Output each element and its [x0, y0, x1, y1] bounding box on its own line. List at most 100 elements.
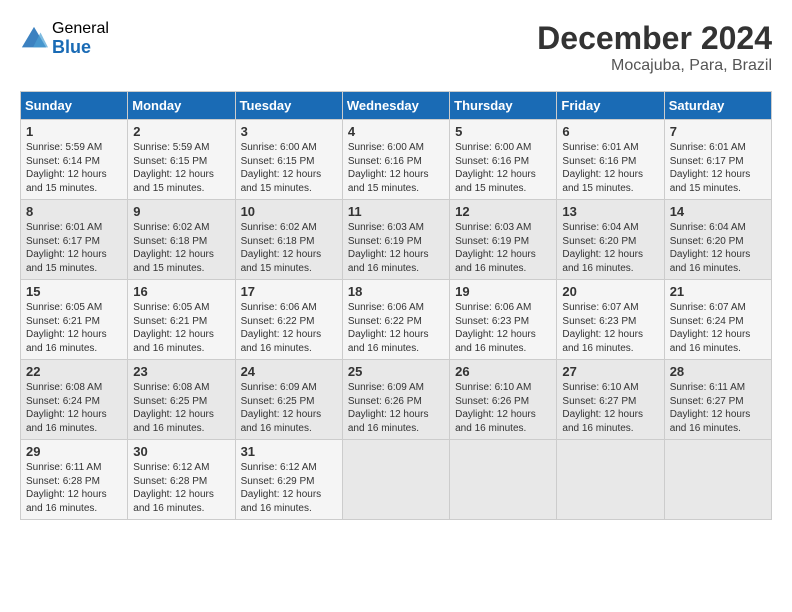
day-number: 18 — [348, 284, 444, 299]
calendar-cell — [664, 440, 771, 520]
week-row: 29 Sunrise: 6:11 AMSunset: 6:28 PMDaylig… — [21, 440, 772, 520]
week-row: 8 Sunrise: 6:01 AMSunset: 6:17 PMDayligh… — [21, 200, 772, 280]
day-number: 22 — [26, 364, 122, 379]
day-number: 4 — [348, 124, 444, 139]
logo-general: General — [52, 20, 109, 38]
day-number: 5 — [455, 124, 551, 139]
calendar-cell — [342, 440, 449, 520]
day-info: Sunrise: 6:06 AMSunset: 6:22 PMDaylight:… — [241, 302, 322, 354]
column-header-wednesday: Wednesday — [342, 92, 449, 120]
column-header-tuesday: Tuesday — [235, 92, 342, 120]
day-number: 19 — [455, 284, 551, 299]
logo-text: General Blue — [52, 20, 109, 57]
calendar-cell: 29 Sunrise: 6:11 AMSunset: 6:28 PMDaylig… — [21, 440, 128, 520]
day-info: Sunrise: 6:05 AMSunset: 6:21 PMDaylight:… — [133, 302, 214, 354]
day-number: 21 — [670, 284, 766, 299]
column-header-thursday: Thursday — [450, 92, 557, 120]
title-block: December 2024 Mocajuba, Para, Brazil — [537, 20, 772, 75]
day-info: Sunrise: 6:12 AMSunset: 6:29 PMDaylight:… — [241, 462, 322, 514]
day-info: Sunrise: 6:10 AMSunset: 6:27 PMDaylight:… — [562, 382, 643, 434]
week-row: 15 Sunrise: 6:05 AMSunset: 6:21 PMDaylig… — [21, 280, 772, 360]
logo-icon — [20, 25, 48, 53]
calendar-cell: 19 Sunrise: 6:06 AMSunset: 6:23 PMDaylig… — [450, 280, 557, 360]
day-number: 13 — [562, 204, 658, 219]
logo-blue: Blue — [52, 38, 109, 58]
calendar-cell: 6 Sunrise: 6:01 AMSunset: 6:16 PMDayligh… — [557, 120, 664, 200]
day-info: Sunrise: 6:00 AMSunset: 6:16 PMDaylight:… — [348, 142, 429, 194]
day-info: Sunrise: 6:00 AMSunset: 6:15 PMDaylight:… — [241, 142, 322, 194]
calendar-cell: 5 Sunrise: 6:00 AMSunset: 6:16 PMDayligh… — [450, 120, 557, 200]
day-info: Sunrise: 6:04 AMSunset: 6:20 PMDaylight:… — [562, 222, 643, 274]
calendar-cell: 10 Sunrise: 6:02 AMSunset: 6:18 PMDaylig… — [235, 200, 342, 280]
calendar-cell: 7 Sunrise: 6:01 AMSunset: 6:17 PMDayligh… — [664, 120, 771, 200]
day-info: Sunrise: 6:09 AMSunset: 6:26 PMDaylight:… — [348, 382, 429, 434]
day-number: 6 — [562, 124, 658, 139]
column-header-sunday: Sunday — [21, 92, 128, 120]
day-number: 3 — [241, 124, 337, 139]
day-number: 24 — [241, 364, 337, 379]
calendar-cell: 26 Sunrise: 6:10 AMSunset: 6:26 PMDaylig… — [450, 360, 557, 440]
day-info: Sunrise: 6:11 AMSunset: 6:28 PMDaylight:… — [26, 462, 107, 514]
column-header-saturday: Saturday — [664, 92, 771, 120]
day-number: 1 — [26, 124, 122, 139]
day-info: Sunrise: 6:03 AMSunset: 6:19 PMDaylight:… — [455, 222, 536, 274]
day-number: 23 — [133, 364, 229, 379]
day-info: Sunrise: 6:06 AMSunset: 6:22 PMDaylight:… — [348, 302, 429, 354]
day-info: Sunrise: 6:09 AMSunset: 6:25 PMDaylight:… — [241, 382, 322, 434]
day-info: Sunrise: 6:01 AMSunset: 6:16 PMDaylight:… — [562, 142, 643, 194]
calendar-cell: 25 Sunrise: 6:09 AMSunset: 6:26 PMDaylig… — [342, 360, 449, 440]
day-number: 12 — [455, 204, 551, 219]
day-number: 17 — [241, 284, 337, 299]
column-header-friday: Friday — [557, 92, 664, 120]
calendar-cell: 8 Sunrise: 6:01 AMSunset: 6:17 PMDayligh… — [21, 200, 128, 280]
location-title: Mocajuba, Para, Brazil — [537, 57, 772, 75]
day-info: Sunrise: 6:07 AMSunset: 6:24 PMDaylight:… — [670, 302, 751, 354]
calendar-cell: 24 Sunrise: 6:09 AMSunset: 6:25 PMDaylig… — [235, 360, 342, 440]
day-info: Sunrise: 6:01 AMSunset: 6:17 PMDaylight:… — [670, 142, 751, 194]
day-number: 16 — [133, 284, 229, 299]
day-info: Sunrise: 5:59 AMSunset: 6:15 PMDaylight:… — [133, 142, 214, 194]
week-row: 1 Sunrise: 5:59 AMSunset: 6:14 PMDayligh… — [21, 120, 772, 200]
calendar-table: SundayMondayTuesdayWednesdayThursdayFrid… — [20, 91, 772, 520]
calendar-cell: 4 Sunrise: 6:00 AMSunset: 6:16 PMDayligh… — [342, 120, 449, 200]
logo: General Blue — [20, 20, 109, 57]
calendar-cell: 18 Sunrise: 6:06 AMSunset: 6:22 PMDaylig… — [342, 280, 449, 360]
calendar-cell: 15 Sunrise: 6:05 AMSunset: 6:21 PMDaylig… — [21, 280, 128, 360]
calendar-cell: 11 Sunrise: 6:03 AMSunset: 6:19 PMDaylig… — [342, 200, 449, 280]
day-info: Sunrise: 6:10 AMSunset: 6:26 PMDaylight:… — [455, 382, 536, 434]
day-number: 10 — [241, 204, 337, 219]
calendar-cell: 13 Sunrise: 6:04 AMSunset: 6:20 PMDaylig… — [557, 200, 664, 280]
day-info: Sunrise: 6:07 AMSunset: 6:23 PMDaylight:… — [562, 302, 643, 354]
calendar-cell: 23 Sunrise: 6:08 AMSunset: 6:25 PMDaylig… — [128, 360, 235, 440]
day-number: 9 — [133, 204, 229, 219]
week-row: 22 Sunrise: 6:08 AMSunset: 6:24 PMDaylig… — [21, 360, 772, 440]
day-info: Sunrise: 6:02 AMSunset: 6:18 PMDaylight:… — [241, 222, 322, 274]
day-number: 30 — [133, 444, 229, 459]
calendar-cell: 20 Sunrise: 6:07 AMSunset: 6:23 PMDaylig… — [557, 280, 664, 360]
calendar-cell: 30 Sunrise: 6:12 AMSunset: 6:28 PMDaylig… — [128, 440, 235, 520]
day-info: Sunrise: 6:11 AMSunset: 6:27 PMDaylight:… — [670, 382, 751, 434]
calendar-cell: 27 Sunrise: 6:10 AMSunset: 6:27 PMDaylig… — [557, 360, 664, 440]
calendar-cell: 2 Sunrise: 5:59 AMSunset: 6:15 PMDayligh… — [128, 120, 235, 200]
day-info: Sunrise: 6:02 AMSunset: 6:18 PMDaylight:… — [133, 222, 214, 274]
month-title: December 2024 — [537, 20, 772, 57]
calendar-cell: 9 Sunrise: 6:02 AMSunset: 6:18 PMDayligh… — [128, 200, 235, 280]
day-number: 27 — [562, 364, 658, 379]
calendar-cell: 12 Sunrise: 6:03 AMSunset: 6:19 PMDaylig… — [450, 200, 557, 280]
calendar-cell: 22 Sunrise: 6:08 AMSunset: 6:24 PMDaylig… — [21, 360, 128, 440]
day-info: Sunrise: 6:06 AMSunset: 6:23 PMDaylight:… — [455, 302, 536, 354]
calendar-cell: 28 Sunrise: 6:11 AMSunset: 6:27 PMDaylig… — [664, 360, 771, 440]
calendar-cell: 3 Sunrise: 6:00 AMSunset: 6:15 PMDayligh… — [235, 120, 342, 200]
calendar-cell: 17 Sunrise: 6:06 AMSunset: 6:22 PMDaylig… — [235, 280, 342, 360]
day-info: Sunrise: 6:12 AMSunset: 6:28 PMDaylight:… — [133, 462, 214, 514]
calendar-cell: 21 Sunrise: 6:07 AMSunset: 6:24 PMDaylig… — [664, 280, 771, 360]
day-info: Sunrise: 6:05 AMSunset: 6:21 PMDaylight:… — [26, 302, 107, 354]
calendar-cell: 14 Sunrise: 6:04 AMSunset: 6:20 PMDaylig… — [664, 200, 771, 280]
day-info: Sunrise: 6:03 AMSunset: 6:19 PMDaylight:… — [348, 222, 429, 274]
page-header: General Blue December 2024 Mocajuba, Par… — [20, 20, 772, 75]
day-info: Sunrise: 6:08 AMSunset: 6:25 PMDaylight:… — [133, 382, 214, 434]
day-info: Sunrise: 6:04 AMSunset: 6:20 PMDaylight:… — [670, 222, 751, 274]
day-info: Sunrise: 5:59 AMSunset: 6:14 PMDaylight:… — [26, 142, 107, 194]
day-info: Sunrise: 6:08 AMSunset: 6:24 PMDaylight:… — [26, 382, 107, 434]
calendar-cell: 1 Sunrise: 5:59 AMSunset: 6:14 PMDayligh… — [21, 120, 128, 200]
